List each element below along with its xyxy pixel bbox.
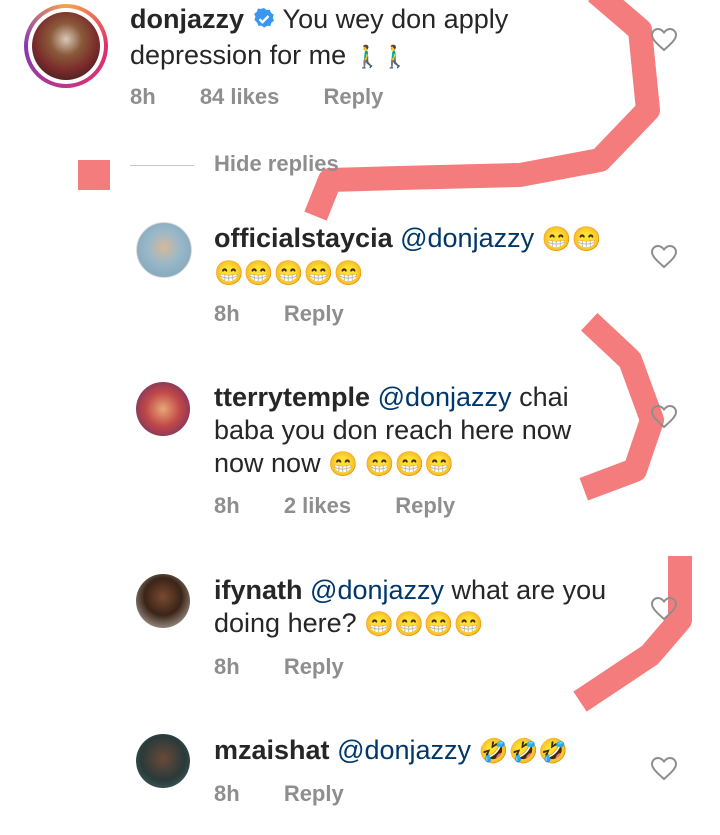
grinning-face-icon: 😁😁😁😁😁 — [214, 260, 364, 287]
comment-text-officialstaycia: officialstaycia @donjazzy 😁😁 😁😁😁😁😁 — [214, 222, 601, 290]
mention-link[interactable]: @donjazzy — [310, 575, 444, 605]
mention-link[interactable]: @donjazzy — [337, 735, 471, 765]
grinning-face-icon: 😁 😁😁😁 — [328, 451, 455, 478]
avatar-officialstaycia[interactable] — [136, 222, 192, 278]
comment-line1: chai — [519, 382, 569, 412]
timestamp: 8h — [214, 654, 240, 679]
reply-button[interactable]: Reply — [395, 493, 455, 518]
reply-button[interactable]: Reply — [323, 84, 383, 109]
comment-line1: what are you — [451, 575, 607, 605]
avatar-tterrytemple[interactable] — [136, 382, 190, 436]
annotation-square — [78, 160, 110, 190]
username[interactable]: mzaishat — [214, 735, 330, 765]
man-walking-icon: 🚶‍♂️🚶‍♂️ — [353, 44, 409, 69]
comment-meta: 8h Reply — [214, 781, 382, 807]
comment-text-ifynath: ifynath @donjazzy what are you doing her… — [214, 574, 606, 641]
avatar-ifynath[interactable] — [136, 574, 190, 628]
reply-button[interactable]: Reply — [284, 301, 344, 326]
mention-link[interactable]: @donjazzy — [400, 223, 534, 253]
rofl-face-icon: 🤣🤣🤣 — [478, 738, 569, 765]
comment-line3: now now — [214, 448, 321, 478]
comment-text-donjazzy: donjazzy You wey don apply depression fo… — [130, 3, 508, 73]
heart-icon[interactable] — [651, 28, 677, 52]
comment-line2: doing here? — [214, 608, 357, 638]
username[interactable]: tterrytemple — [214, 382, 370, 412]
timestamp: 8h — [130, 84, 156, 109]
reply-button[interactable]: Reply — [284, 781, 344, 806]
timestamp: 8h — [214, 781, 240, 806]
heart-icon[interactable] — [651, 757, 677, 781]
username[interactable]: donjazzy — [130, 4, 244, 34]
verified-badge-icon — [252, 6, 276, 39]
heart-icon[interactable] — [651, 597, 677, 621]
avatar-donjazzy[interactable] — [24, 4, 108, 88]
username[interactable]: officialstaycia — [214, 223, 393, 253]
annotation-stroke-2 — [579, 313, 664, 501]
timestamp: 8h — [214, 301, 240, 326]
comment-text-mzaishat: mzaishat @donjazzy 🤣🤣🤣 — [214, 734, 568, 768]
comment-meta: 8h 2 likes Reply — [214, 493, 493, 519]
reply-button[interactable]: Reply — [284, 654, 344, 679]
likes-count[interactable]: 84 likes — [200, 84, 280, 109]
heart-icon[interactable] — [651, 245, 677, 269]
comment-text-tterrytemple: tterrytemple @donjazzy chai baba you don… — [214, 381, 571, 481]
mention-link[interactable]: @donjazzy — [378, 382, 512, 412]
timestamp: 8h — [214, 493, 240, 518]
hide-replies-divider — [130, 165, 194, 166]
comment-line2: baba you don reach here now — [214, 415, 572, 445]
comment-line1: You wey don apply — [282, 4, 509, 34]
likes-count[interactable]: 2 likes — [284, 493, 351, 518]
comment-meta: 8h Reply — [214, 654, 382, 680]
comment-meta: 8h Reply — [214, 301, 382, 327]
avatar-mzaishat[interactable] — [136, 734, 190, 788]
heart-icon[interactable] — [651, 405, 677, 429]
grinning-face-icon: 😁😁 — [541, 226, 602, 253]
comment-meta: 8h 84 likes Reply — [130, 84, 421, 110]
username[interactable]: ifynath — [214, 575, 303, 605]
grinning-face-icon: 😁😁😁😁 — [364, 611, 484, 638]
comment-line2: depression for me — [130, 40, 347, 70]
hide-replies-button[interactable]: Hide replies — [214, 151, 339, 177]
